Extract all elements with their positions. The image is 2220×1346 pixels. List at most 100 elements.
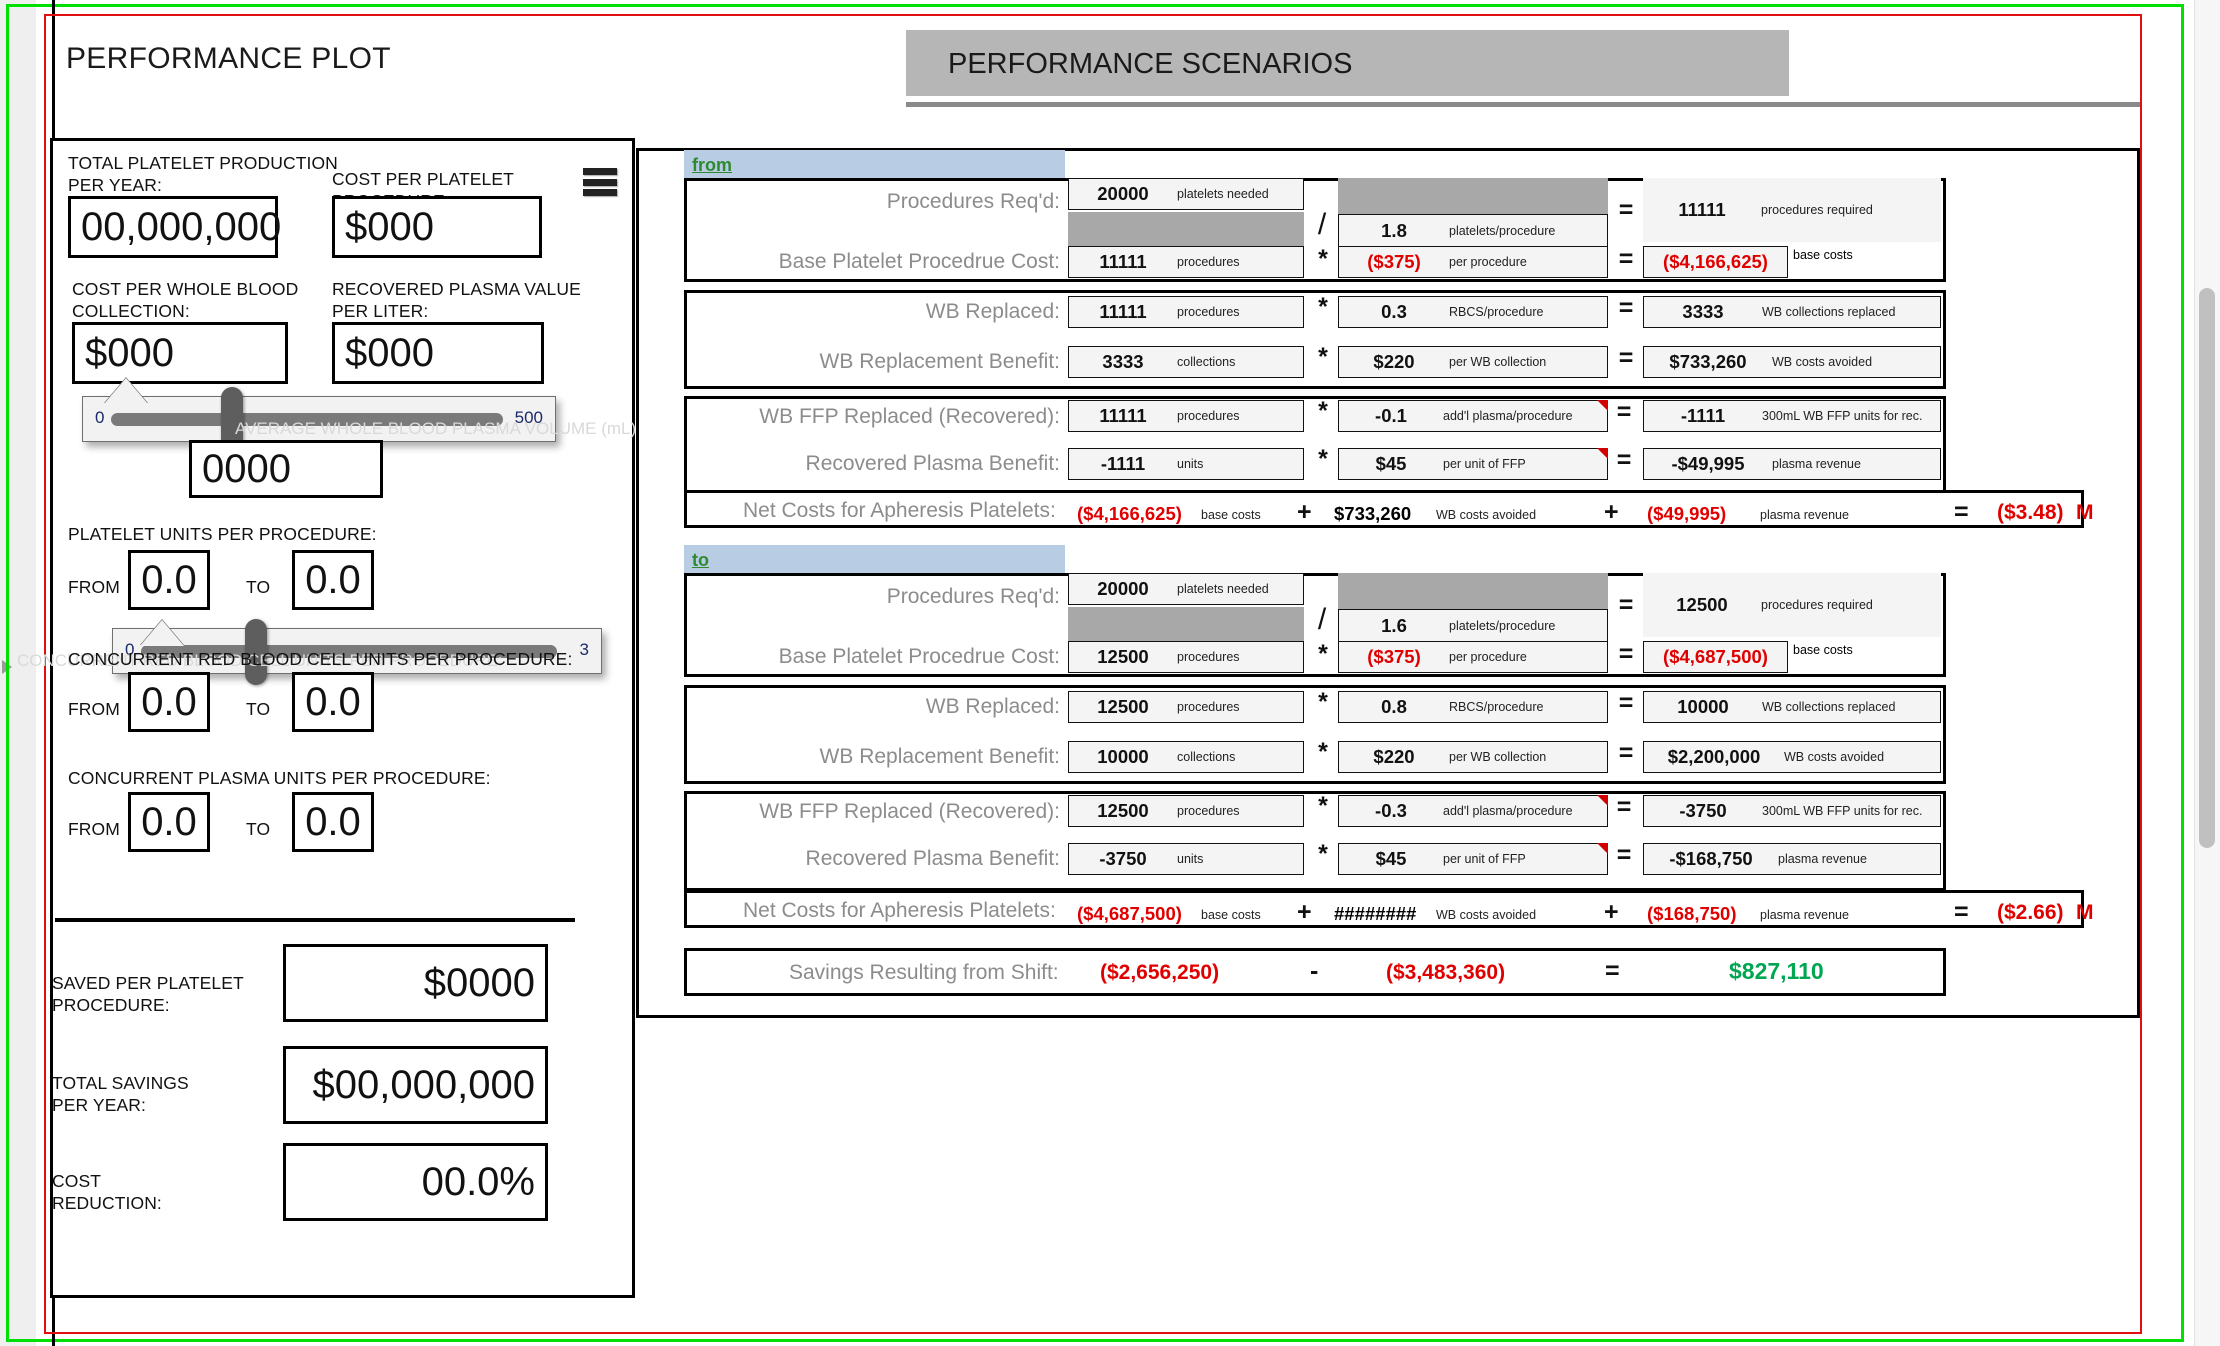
total-savings-value: $00,000,000 [283,1046,548,1124]
to-procedures-required-cell: 12500 procedures required [1643,573,1941,637]
from-wb-procedures-cell[interactable]: 11111 procedures [1068,296,1304,328]
to-base-procedures-cell[interactable]: 12500 procedures [1068,641,1304,673]
from-platelets-needed-cell[interactable]: 20000 platelets needed [1068,178,1304,210]
from-tag-text: from [692,154,732,175]
plasma-from-input[interactable]: 0.0 [128,792,210,852]
platelet-from-label: FROM [68,577,120,597]
to-platelets-per-procedure-cell[interactable]: 1.6 platelets/procedure [1338,609,1608,643]
from-platelets-per-procedure-value: 1.8 [1381,220,1407,241]
from-ffp-units-value: -1111 [1680,405,1726,426]
rbc-from-input[interactable]: 0.0 [128,672,210,732]
from-base-equals: = [1618,245,1634,273]
plasma-to-label: TO [246,819,271,839]
to-wb-costs-avoided-unit: WB costs avoided [1784,750,1885,764]
to-cost-per-procedure-cell[interactable]: ($375) per procedure [1338,641,1608,673]
from-ffp-units-cell: -1111 300mL WB FFP units for rec. [1643,400,1941,432]
cost-per-platelet-procedure-input[interactable]: $000 [332,196,542,258]
from-base-procedures-unit: procedures [1177,255,1240,269]
cost-per-whole-blood-collection-label: COST PER WHOLE BLOOD COLLECTION: [72,279,299,322]
to-platelets-needed-cell[interactable]: 20000 platelets needed [1068,573,1304,605]
to-plasma-comment-marker-icon[interactable] [1597,843,1608,854]
to-tag-text: to [692,549,709,570]
plasma-volume-input[interactable]: 0000 [189,440,383,498]
to-rbcs-per-procedure-value: 0.8 [1381,696,1407,717]
from-wb-collections-value: 3333 [1102,351,1144,372]
from-plasma-units-cell[interactable]: -1111 units [1068,448,1304,480]
to-per-wb-collection-cell[interactable]: $220 per WB collection [1338,741,1608,773]
from-wb-collections-cell[interactable]: 3333 collections [1068,346,1304,378]
to-wb-multiply: * [1318,688,1328,716]
from-base-costs-cell: ($4,166,625) [1643,246,1788,278]
saved-per-platelet-value: $0000 [283,944,548,1022]
from-ffp-procedures-cell[interactable]: 11111 procedures [1068,400,1304,432]
to-wb-benefit-multiply: * [1318,738,1328,766]
from-wb-replaced-label: WB Replaced: [925,300,1060,323]
from-base-procedures-cell[interactable]: 11111 procedures [1068,246,1304,278]
from-plasma-comment-marker-icon[interactable] [1597,448,1608,459]
to-plasma-revenue-unit: plasma revenue [1778,852,1867,866]
from-rbcs-per-procedure-unit: RBCS/procedure [1449,305,1544,319]
to-wb-collections-cell[interactable]: 10000 collections [1068,741,1304,773]
from-ffp-equals: = [1616,398,1632,426]
from-per-unit-ffp-cell[interactable]: $45 per unit of FFP [1338,448,1608,480]
slider-plasma-volume[interactable]: 0 500 AVERAGE WHOLE BLOOD PLASMA VOLUME … [82,387,641,453]
from-per-unit-ffp-value: $45 [1375,453,1407,474]
from-net-base-value: ($4,166,625) [1077,503,1182,524]
to-per-unit-ffp-cell[interactable]: $45 per unit of FFP [1338,843,1608,875]
to-wb-procedures-cell[interactable]: 12500 procedures [1068,691,1304,723]
from-wb-collections-replaced-unit: WB collections replaced [1762,305,1896,319]
from-plasma-revenue-cell: -$49,995 plasma revenue [1643,448,1941,480]
to-wb-collections-replaced-unit: WB collections replaced [1762,700,1896,714]
from-net-label: Net Costs for Apheresis Platelets: [743,499,1056,522]
to-procedures-req-label: Procedures Req'd: [886,585,1060,608]
from-wb-ffp-label: WB FFP Replaced (Recovered): [759,405,1060,428]
from-addl-plasma-cell[interactable]: -0.1 add'l plasma/procedure [1338,400,1608,432]
from-net-plasma-value: ($49,995) [1647,503,1727,524]
to-base-costs-unit: base costs [1793,643,1853,657]
from-cost-per-procedure-cell[interactable]: ($375) per procedure [1338,246,1608,278]
platelet-to-input[interactable]: 0.0 [292,550,374,610]
from-addl-plasma-unit: add'l plasma/procedure [1443,409,1573,423]
performance-scenarios-title: PERFORMANCE SCENARIOS [948,48,1353,80]
plasma-to-input[interactable]: 0.0 [292,792,374,852]
cost-per-whole-blood-collection-input[interactable]: $000 [72,322,288,384]
total-platelet-production-input[interactable]: 00,000,000 [68,196,281,258]
to-wb-procedures-unit: procedures [1177,700,1240,714]
from-platelets-needed-unit: platelets needed [1177,187,1269,201]
platelet-units-per-procedure-label: PLATELET UNITS PER PROCEDURE: [68,524,377,544]
from-ffp-procedures-value: 11111 [1099,405,1147,426]
to-base-equals: = [1618,640,1634,668]
rbc-to-input[interactable]: 0.0 [292,672,374,732]
to-wb-equals: = [1618,689,1634,717]
to-ffp-procedures-cell[interactable]: 12500 procedures [1068,795,1304,827]
to-base-procedures-value: 12500 [1097,646,1149,667]
from-rbcs-per-procedure-cell[interactable]: 0.3 RBCS/procedure [1338,296,1608,328]
to-plasma-units-cell[interactable]: -3750 units [1068,843,1304,875]
from-ffp-comment-marker-icon[interactable] [1597,400,1608,411]
from-platelets-per-procedure-cell[interactable]: 1.8 platelets/procedure [1338,214,1608,248]
from-net-equals: = [1954,498,1969,526]
from-net-total-unit: M [2076,501,2094,524]
to-plasma-multiply: * [1318,840,1328,868]
platelet-from-input[interactable]: 0.0 [128,550,210,610]
from-procedures-equals: = [1618,196,1634,224]
to-per-unit-ffp-unit: per unit of FFP [1443,852,1526,866]
to-base-costs-unit-wrap: base costs [1793,643,1853,657]
from-wb-collections-replaced-value: 3333 [1682,301,1724,322]
to-ffp-comment-marker-icon[interactable] [1597,795,1608,806]
to-plasma-benefit-label: Recovered Plasma Benefit: [805,847,1060,870]
to-net-total-unit: M [2076,901,2094,924]
vertical-scrollbar-thumb[interactable] [2199,288,2215,848]
to-wb-benefit-label: WB Replacement Benefit: [819,745,1060,768]
recovered-plasma-value-input[interactable]: $000 [332,322,544,384]
from-per-wb-collection-cell[interactable]: $220 per WB collection [1338,346,1608,378]
from-procedures-required-unit: procedures required [1761,203,1873,217]
to-base-procedures-unit: procedures [1177,650,1240,664]
from-plasma-benefit-label: Recovered Plasma Benefit: [805,452,1060,475]
from-wb-multiply: * [1318,293,1328,321]
to-addl-plasma-cell[interactable]: -0.3 add'l plasma/procedure [1338,795,1608,827]
from-divide-operator: / [1317,208,1327,241]
to-wb-collections-unit: collections [1177,750,1236,764]
from-procedures-req-label: Procedures Req'd: [886,190,1060,213]
to-rbcs-per-procedure-cell[interactable]: 0.8 RBCS/procedure [1338,691,1608,723]
